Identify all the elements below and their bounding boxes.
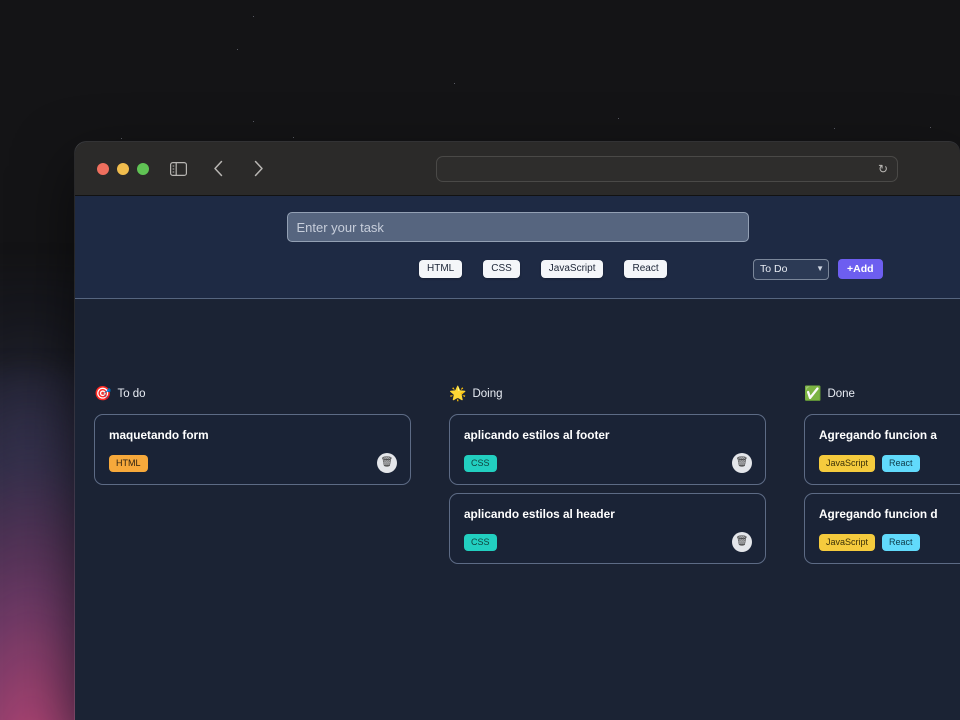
minimize-window-button[interactable] <box>117 162 129 175</box>
task-card-tags: CSS <box>464 455 751 472</box>
task-card[interactable]: Agregando funcion dJavaScriptReact🗑 <box>804 493 960 564</box>
check-mark-button-icon: ✅ <box>804 386 822 402</box>
column-header-doing: 🌟 Doing <box>449 387 766 401</box>
wallpaper-star <box>834 128 835 129</box>
task-tag-javascript: JavaScript <box>819 534 876 551</box>
delete-task-button[interactable]: 🗑 <box>377 453 397 473</box>
task-card-tags: HTML <box>109 455 396 472</box>
task-input[interactable] <box>286 212 749 242</box>
task-card-tags: JavaScript React <box>819 455 960 472</box>
browser-window: ↻ HTML CSS JavaScript React To Do Doing … <box>75 142 960 720</box>
back-button[interactable] <box>207 158 229 180</box>
task-tag-css: CSS <box>464 534 497 551</box>
task-card-tags: CSS <box>464 534 751 551</box>
wallpaper-star <box>618 118 619 119</box>
tag-chip-javascript[interactable]: JavaScript <box>540 260 604 278</box>
trash-icon: 🗑 <box>735 457 749 468</box>
kanban-column-doing: 🌟 Doing aplicando estilos al footer CSS 🗑 apl… <box>430 387 785 564</box>
delete-task-button[interactable]: 🗑 <box>732 532 752 552</box>
task-card-title: Agregando funcion a <box>819 428 937 442</box>
browser-titlebar: ↻ <box>75 142 960 196</box>
glowing-star-icon: 🌟 <box>449 386 467 402</box>
wallpaper-star <box>454 83 455 84</box>
task-tag-react: React <box>882 534 920 551</box>
close-window-button[interactable] <box>97 162 109 175</box>
column-title-done: Done <box>827 388 855 400</box>
column-title-todo: To do <box>117 388 146 400</box>
column-header-done: ✅ Done <box>804 387 960 401</box>
reload-icon[interactable]: ↻ <box>878 163 888 175</box>
task-tag-react: React <box>882 455 920 472</box>
task-card-title: aplicando estilos al footer <box>464 428 610 442</box>
kanban-board: 🎯 To do maquetando form HTML 🗑 🌟 Doing aplicand… <box>75 299 960 564</box>
window-traffic-lights[interactable] <box>97 162 149 175</box>
add-task-button[interactable]: +Add <box>838 258 883 280</box>
wallpaper-star <box>253 16 254 17</box>
task-card[interactable]: maquetando form HTML 🗑 <box>94 414 411 485</box>
trash-icon: 🗑 <box>380 457 394 468</box>
card-list-doing: aplicando estilos al footer CSS 🗑 aplicando… <box>449 414 766 564</box>
address-bar[interactable]: ↻ <box>436 155 898 182</box>
task-card[interactable]: aplicando estilos al header CSS 🗑 <box>449 493 766 564</box>
task-form-row <box>75 212 960 242</box>
column-title-doing: Doing <box>472 388 503 400</box>
task-tag-css: CSS <box>464 455 497 472</box>
wallpaper-star <box>237 49 238 50</box>
app-header: HTML CSS JavaScript React To Do Doing Do… <box>75 196 960 299</box>
wallpaper-star <box>253 121 254 122</box>
trash-icon: 🗑 <box>735 536 749 547</box>
add-task-controls: To Do Doing Done ▼ +Add <box>753 258 883 280</box>
task-card-tags: JavaScript React <box>819 534 960 551</box>
task-card[interactable]: aplicando estilos al footer CSS 🗑 <box>449 414 766 485</box>
sidebar-icon[interactable] <box>167 158 189 180</box>
kanban-column-done: ✅DoneAgregando funcion aJavaScriptReact🗑… <box>785 387 960 564</box>
forward-button[interactable] <box>247 158 269 180</box>
maximize-window-button[interactable] <box>137 162 149 175</box>
task-card-title: Agregando funcion d <box>819 507 938 521</box>
task-tag-html: HTML <box>109 455 148 472</box>
wallpaper-star <box>121 138 122 139</box>
task-card[interactable]: Agregando funcion aJavaScriptReact🗑 <box>804 414 960 485</box>
column-header-todo: 🎯 To do <box>94 387 411 401</box>
tag-chip-group: HTML CSS JavaScript React <box>419 260 667 278</box>
card-list-todo: maquetando form HTML 🗑 <box>94 414 411 485</box>
task-controls-row: HTML CSS JavaScript React To Do Doing Do… <box>75 258 960 280</box>
kanban-column-todo: 🎯 To do maquetando form HTML 🗑 <box>75 387 430 564</box>
task-tag-javascript: JavaScript <box>819 455 876 472</box>
status-select[interactable]: To Do Doing Done <box>753 258 829 280</box>
tag-chip-html[interactable]: HTML <box>419 260 463 278</box>
task-card-title: maquetando form <box>109 428 209 442</box>
task-card-title: aplicando estilos al header <box>464 507 615 521</box>
wallpaper-star <box>930 127 931 128</box>
wallpaper-star <box>293 137 294 138</box>
tag-chip-react[interactable]: React <box>624 260 667 278</box>
tag-chip-css[interactable]: CSS <box>483 260 520 278</box>
target-icon: 🎯 <box>94 386 112 402</box>
delete-task-button[interactable]: 🗑 <box>732 453 752 473</box>
card-list-done: Agregando funcion aJavaScriptReact🗑Agreg… <box>804 414 960 564</box>
status-select-wrapper: To Do Doing Done ▼ <box>753 258 829 280</box>
